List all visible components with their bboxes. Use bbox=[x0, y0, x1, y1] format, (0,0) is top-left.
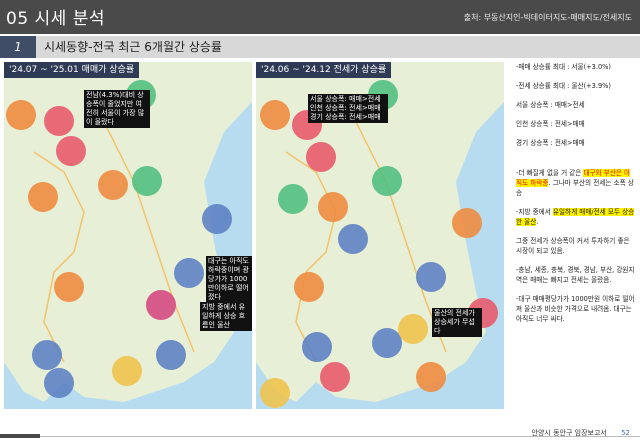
region-bubble[interactable] bbox=[260, 378, 290, 408]
region-bubble[interactable] bbox=[294, 272, 324, 302]
region-bubble[interactable] bbox=[306, 142, 336, 172]
sidebar-paragraph: 그중 전세가 상승폭이 커서 투자하기 좋은 시장이 되고 있음. bbox=[516, 237, 630, 255]
footer: 안양시 동안구 임장보고서 52 bbox=[532, 428, 630, 438]
sale-price-map[interactable]: 전남(4.3%)대비 상승폭이 줄었지만 여전히 서울이 가장 많이 올랐다 대… bbox=[4, 62, 252, 409]
page-title: 05 시세 분석 bbox=[6, 9, 105, 29]
region-bubble[interactable] bbox=[452, 208, 482, 238]
region-bubble[interactable] bbox=[98, 170, 128, 200]
region-bubble[interactable] bbox=[112, 356, 142, 386]
region-bubble[interactable] bbox=[44, 106, 74, 136]
map-note: 울산의 전세가 상승세가 무섭다 bbox=[432, 308, 482, 337]
sidebar-line: -매매 상승률 최대 : 서울(+3.0%) bbox=[516, 63, 612, 71]
map-note: 대구는 아직도 하락중이며 광당가가 1000만이하로 떨어졌다 bbox=[206, 256, 252, 303]
sidebar-line: 인천 상승폭 : 전세>매매 bbox=[516, 120, 585, 128]
text-span: -지방 중에서 bbox=[516, 208, 553, 216]
region-bubble[interactable] bbox=[132, 166, 162, 196]
region-bubble[interactable] bbox=[398, 314, 428, 344]
footer-report-title: 안양시 동안구 임장보고서 bbox=[531, 429, 607, 437]
region-bubble[interactable] bbox=[416, 362, 446, 392]
region-bubble[interactable] bbox=[278, 184, 308, 214]
map-note: 전남(4.3%)대비 상승폭이 줄었지만 여전히 서울이 가장 많이 올랐다 bbox=[84, 90, 150, 128]
region-bubble[interactable] bbox=[372, 166, 402, 196]
sidebar-paragraph: -대구 매매평당가가 1000만원 이하로 떨어져 울산과 비슷한 가격으로 내… bbox=[516, 295, 635, 323]
map-title: '24.06 ~ '24.12 전세가 상승률 bbox=[256, 62, 392, 78]
region-bubble[interactable] bbox=[28, 182, 58, 212]
map-title: '24.07 ~ '25.01 매매가 상승률 bbox=[4, 62, 140, 78]
region-bubble[interactable] bbox=[6, 100, 36, 130]
page-number: 52 bbox=[621, 429, 630, 437]
region-bubble[interactable] bbox=[146, 290, 176, 320]
header-bar: 05 시세 분석 출처: 부동산지인-빅데이터지도-매매지도/전세지도 bbox=[0, 0, 640, 34]
map-note: 경기 상승폭: 전세>매매 bbox=[308, 112, 388, 123]
region-bubble[interactable] bbox=[54, 272, 84, 302]
region-bubble[interactable] bbox=[416, 262, 446, 292]
region-bubble[interactable] bbox=[202, 204, 232, 234]
region-bubble[interactable] bbox=[318, 192, 348, 222]
region-bubble[interactable] bbox=[44, 368, 74, 398]
sidebar-line: -전세 상승률 최대 : 울산(+3.9%) bbox=[516, 82, 612, 90]
region-bubble[interactable] bbox=[32, 340, 62, 370]
section-number: 1 bbox=[0, 36, 36, 58]
region-bubble[interactable] bbox=[320, 362, 350, 392]
jeonse-price-map[interactable]: 서울 상승폭: 매매>전세 인천 상승폭: 전세>매매 경기 상승폭: 전세>매… bbox=[256, 62, 504, 409]
region-bubble[interactable] bbox=[302, 332, 332, 362]
section-bar: 1 시세동향-전국 최근 6개월간 상승률 bbox=[0, 36, 640, 58]
sidebar-paragraph: -더 빠질게 없을 거 같은 대구와 부산은 아직도 하락중. 그나마 부산의 … bbox=[516, 168, 636, 198]
sidebar-line: 경기 상승폭 : 전세>매매 bbox=[516, 139, 585, 147]
map-note: 지방 중에서 유일하게 상승 흐름인 울산 bbox=[200, 302, 252, 331]
text-span: . bbox=[536, 218, 539, 226]
region-bubble[interactable] bbox=[56, 136, 86, 166]
footer-accent bbox=[0, 434, 40, 438]
region-bubble[interactable] bbox=[260, 100, 290, 130]
region-bubble[interactable] bbox=[338, 224, 368, 254]
sidebar-line: 서울 상승폭 : 매매>전세 bbox=[516, 101, 585, 109]
sidebar-paragraph: -지방 중에서 유일하게 매매/전세 모두 상승한 울산. bbox=[516, 207, 636, 227]
region-bubble[interactable] bbox=[156, 340, 186, 370]
text-span: -더 빠질게 없을 거 같은 bbox=[516, 169, 584, 177]
region-bubble[interactable] bbox=[174, 258, 204, 288]
sidebar-paragraph: -충남, 세종, 충북, 경북, 경남, 부산, 강원지역은 매매는 빠지고 전… bbox=[516, 266, 635, 284]
source-text: 출처: 부동산지인-빅데이터지도-매매지도/전세지도 bbox=[463, 13, 632, 22]
section-label: 시세동향-전국 최근 6개월간 상승률 bbox=[36, 36, 640, 58]
analysis-sidebar: -매매 상승률 최대 : 서울(+3.0%) -전세 상승률 최대 : 울산(+… bbox=[516, 62, 636, 333]
